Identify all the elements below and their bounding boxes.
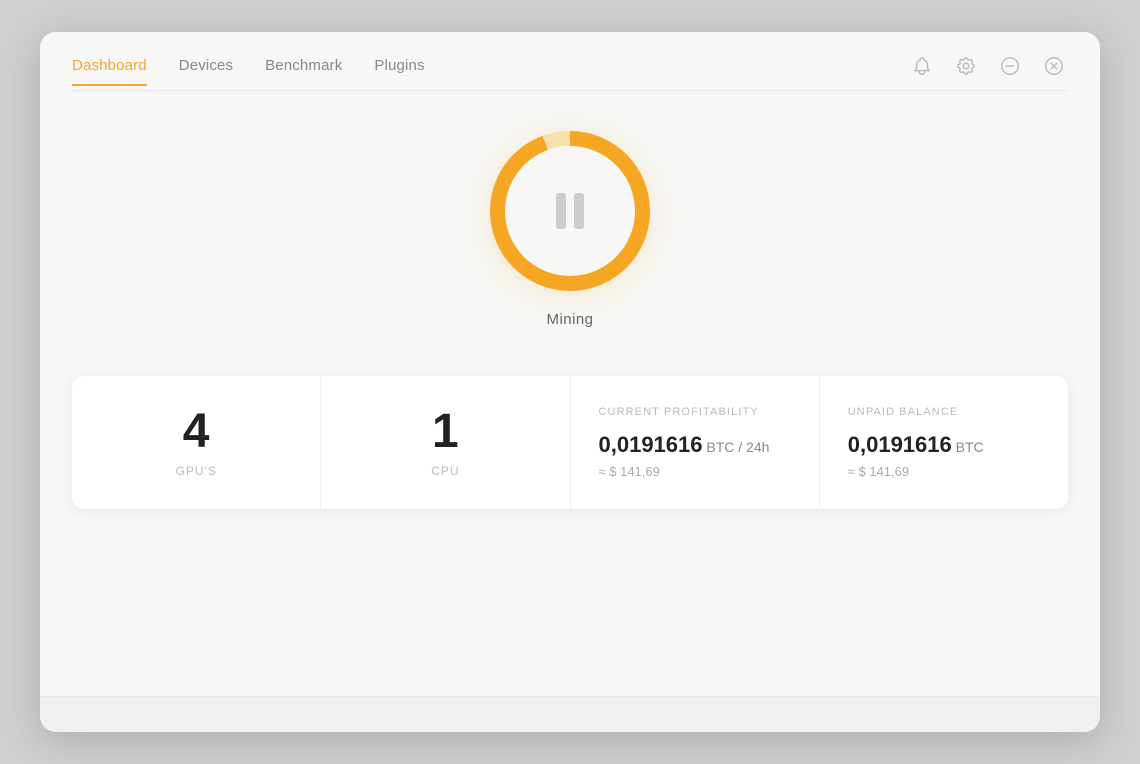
stat-card-cpu: 1 CPU <box>321 376 570 509</box>
nav-left: Dashboard Devices Benchmark Plugins <box>72 57 425 86</box>
nav-item-devices[interactable]: Devices <box>179 57 233 86</box>
stat-card-balance: UNPAID BALANCE 0,0191616 BTC ≈ $ 141,69 <box>820 376 1068 509</box>
bell-svg <box>911 55 933 77</box>
bottom-hint-bar <box>40 696 1100 732</box>
cpu-value: 1 <box>432 408 459 456</box>
nav-item-benchmark[interactable]: Benchmark <box>265 57 342 86</box>
mining-status-label: Mining <box>547 311 594 328</box>
stat-card-gpus: 4 GPU'S <box>72 376 321 509</box>
main-content: Mining 4 GPU'S 1 CPU CURRENT PROFITABILI… <box>40 91 1100 696</box>
nav-bar: Dashboard Devices Benchmark Plugins <box>40 32 1100 90</box>
nav-item-plugins[interactable]: Plugins <box>374 57 424 86</box>
profitability-card-label: CURRENT PROFITABILITY <box>599 406 759 418</box>
mining-button-inner <box>505 146 635 276</box>
minus-svg <box>999 55 1021 77</box>
gear-svg <box>955 55 977 77</box>
gpus-label: GPU'S <box>176 464 217 478</box>
close-svg <box>1043 55 1065 77</box>
mining-section: Mining <box>490 131 650 328</box>
profitability-value: 0,0191616 BTC / 24h <box>599 432 770 458</box>
gpus-value: 4 <box>183 408 210 456</box>
minimize-icon[interactable] <box>996 52 1024 80</box>
cpu-label: CPU <box>431 464 459 478</box>
profitability-unit: BTC / 24h <box>703 439 770 455</box>
balance-value: 0,0191616 BTC <box>848 432 984 458</box>
nav-item-dashboard[interactable]: Dashboard <box>72 57 147 86</box>
app-window: Dashboard Devices Benchmark Plugins <box>40 32 1100 732</box>
balance-unit: BTC <box>952 439 984 455</box>
stat-card-profitability: CURRENT PROFITABILITY 0,0191616 BTC / 24… <box>571 376 820 509</box>
settings-icon[interactable] <box>952 52 980 80</box>
stats-row: 4 GPU'S 1 CPU CURRENT PROFITABILITY 0,01… <box>72 376 1068 509</box>
balance-number: 0,0191616 <box>848 432 952 457</box>
profitability-number: 0,0191616 <box>599 432 703 457</box>
balance-card-label: UNPAID BALANCE <box>848 406 959 418</box>
mining-toggle-button[interactable] <box>490 131 650 291</box>
profitability-approx: ≈ $ 141,69 <box>599 464 660 479</box>
bell-icon[interactable] <box>908 52 936 80</box>
pause-bar-right <box>574 193 584 229</box>
pause-icon <box>556 193 584 229</box>
pause-bar-left <box>556 193 566 229</box>
balance-approx: ≈ $ 141,69 <box>848 464 909 479</box>
close-icon[interactable] <box>1040 52 1068 80</box>
nav-right <box>908 52 1068 90</box>
